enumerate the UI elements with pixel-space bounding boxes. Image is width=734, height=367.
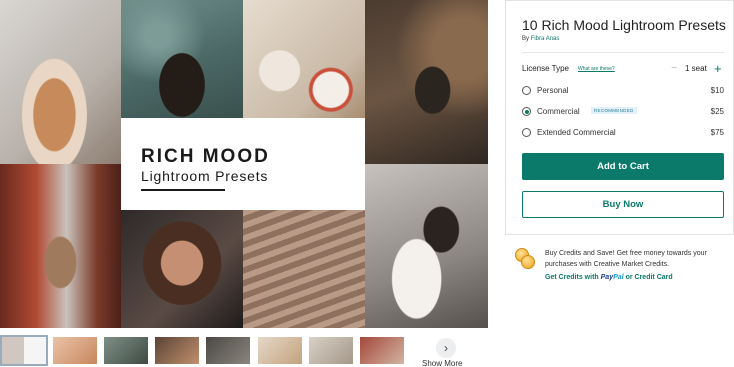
license-option-extended-commercial[interactable]: Extended Commercial $75 <box>522 126 726 140</box>
paypal-logo-part: Pay <box>600 274 614 281</box>
thumbnail-2[interactable] <box>53 337 97 364</box>
license-option-name: Personal <box>537 86 569 95</box>
radio-extended-commercial[interactable] <box>522 128 531 137</box>
license-option-name: Extended Commercial <box>537 128 616 137</box>
paypal-logo-part: Pal <box>613 274 624 281</box>
preview-title: RICH MOOD <box>141 146 270 167</box>
preview-title-underline <box>141 189 225 191</box>
license-type-label: License Type <box>522 64 569 73</box>
license-option-price: $75 <box>710 128 724 137</box>
license-option-commercial[interactable]: Commercial RECOMMENDED $25 <box>522 105 726 119</box>
thumbnail-5[interactable] <box>206 337 250 364</box>
credits-links: Get Credits with PayPal or Credit Card <box>545 274 673 281</box>
preview-photo-hiker <box>365 0 488 164</box>
thumbnail-strip: › Show More <box>0 335 488 367</box>
thumbnail-3[interactable] <box>104 337 148 364</box>
license-option-price: $10 <box>710 86 724 95</box>
preview-photo-portrait-woman <box>121 210 243 328</box>
buy-now-button[interactable]: Buy Now <box>522 191 724 218</box>
license-option-personal[interactable]: Personal $10 <box>522 84 726 98</box>
seat-count: 1 seat <box>685 64 707 73</box>
radio-personal[interactable] <box>522 86 531 95</box>
license-option-name: Commercial <box>537 107 580 116</box>
purchase-panel: 10 Rich Mood Lightroom Presets By Fibra … <box>505 0 734 235</box>
thumbnail-6[interactable] <box>258 337 302 364</box>
preview-photo-wedding-couple <box>365 164 488 328</box>
credit-card-link[interactable]: or Credit Card <box>626 274 673 281</box>
radio-commercial[interactable] <box>522 107 531 116</box>
coin-shape <box>521 255 535 269</box>
divider <box>522 52 724 53</box>
thumbnail-4[interactable] <box>155 337 199 364</box>
credits-promo-text: Buy Credits and Save! Get free money tow… <box>545 250 707 257</box>
license-option-price: $25 <box>710 107 724 116</box>
seat-decrease-button[interactable]: − <box>671 62 677 74</box>
get-credits-link[interactable]: Get Credits with PayPal <box>545 274 626 281</box>
thumbnail-7[interactable] <box>309 337 353 364</box>
thumbnail-8[interactable] <box>360 337 404 364</box>
show-more-link[interactable]: Show More <box>422 359 462 367</box>
seat-increase-button[interactable]: + <box>714 61 722 76</box>
preview-title-card: RICH MOOD Lightroom Presets <box>121 118 365 210</box>
preview-photo-feet-on-rock <box>121 0 243 118</box>
preview-subtitle: Lightroom Presets <box>141 168 269 184</box>
preview-photo-food-board <box>0 0 121 164</box>
credits-promo-text: purchases with Creative Market Credits. <box>545 261 670 268</box>
preview-photo-street-woman <box>0 164 121 328</box>
recommended-badge: RECOMMENDED <box>591 107 637 114</box>
coins-icon <box>515 248 537 270</box>
preview-photo-breakfast-table <box>243 0 365 118</box>
thumbnail-1[interactable] <box>0 335 48 366</box>
product-byline: By Fibra Anas <box>522 36 559 42</box>
chevron-right-icon[interactable]: › <box>436 338 456 358</box>
author-link[interactable]: Fibra Anas <box>531 36 560 42</box>
get-credits-label: Get Credits with <box>545 274 599 281</box>
product-title: 10 Rich Mood Lightroom Presets <box>522 17 726 33</box>
preview-photo-stairs <box>243 210 365 328</box>
byline-prefix: By <box>522 36 530 42</box>
product-preview-image[interactable]: RICH MOOD Lightroom Presets <box>0 0 488 328</box>
add-to-cart-button[interactable]: Add to Cart <box>522 153 724 180</box>
license-help-link[interactable]: What are these? <box>578 66 615 72</box>
paypal-logo: PayPal <box>601 274 624 281</box>
